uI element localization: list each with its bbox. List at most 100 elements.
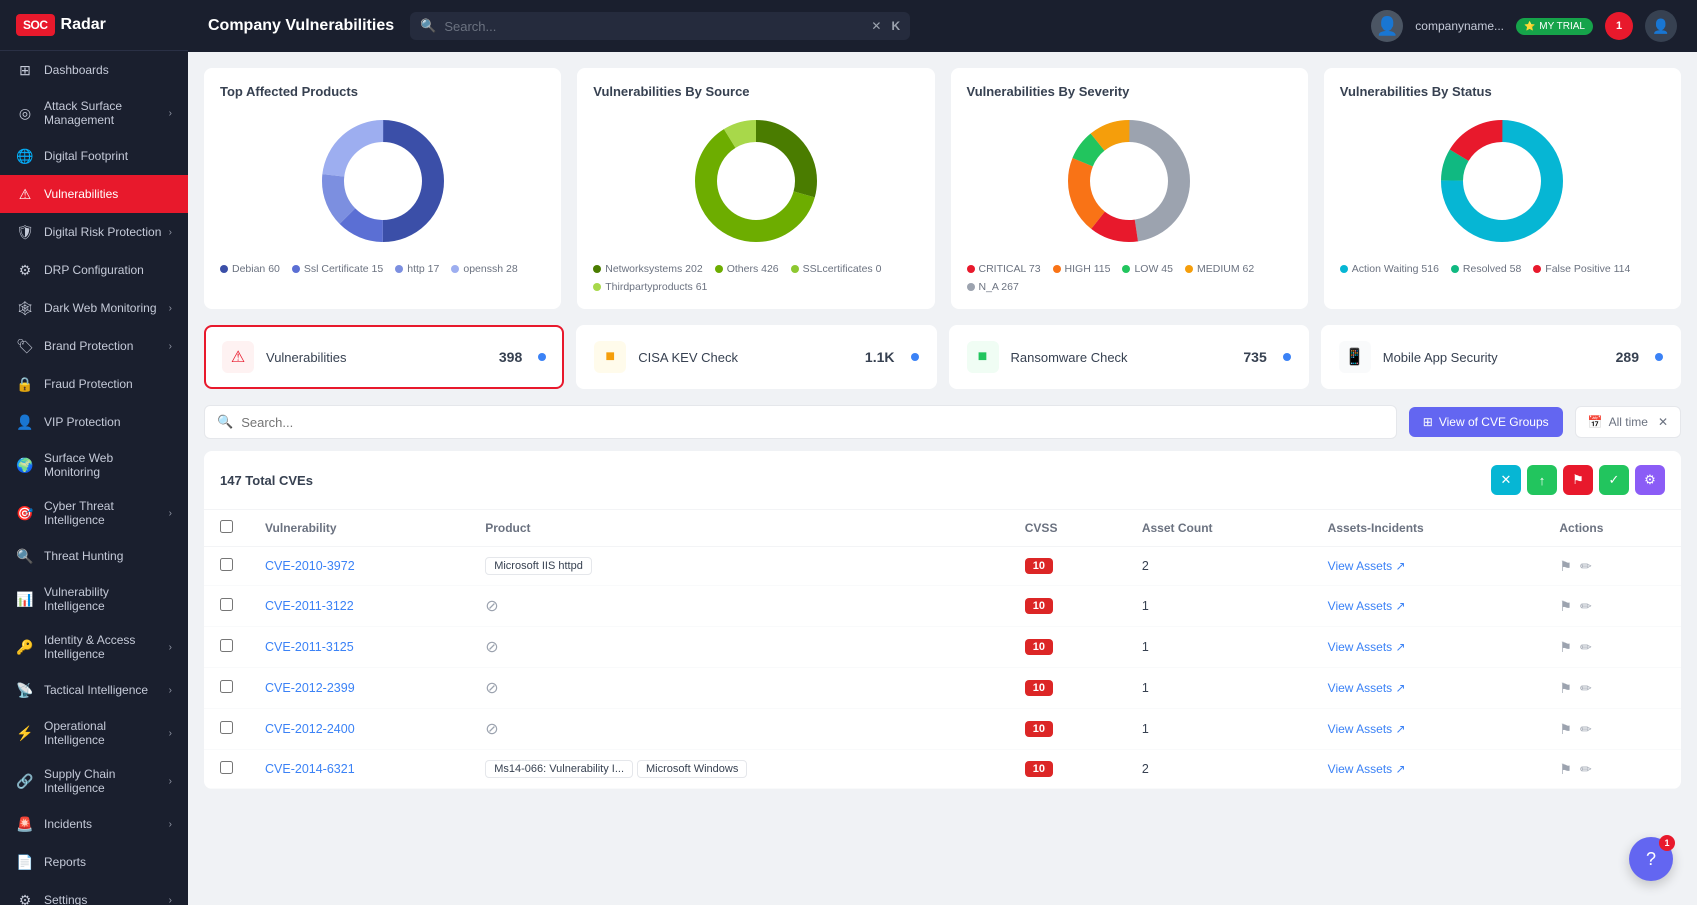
- sidebar-item-incidents[interactable]: 🚨 Incidents ›: [0, 805, 188, 843]
- filter-tab-mobile-app[interactable]: 📱 Mobile App Security 289: [1321, 325, 1681, 389]
- vuln-by-status-card: Vulnerabilities By Status: [1324, 68, 1681, 309]
- row-checkbox-cell: [204, 668, 249, 709]
- sidebar-label-vulnerabilities: Vulnerabilities: [44, 187, 172, 201]
- sidebar-icon-identity: 🔑: [16, 638, 34, 656]
- sidebar-item-surface-web[interactable]: 🌍 Surface Web Monitoring: [0, 441, 188, 489]
- sidebar-label-brand-protection: Brand Protection: [44, 339, 169, 353]
- page-title: Company Vulnerabilities: [208, 17, 394, 35]
- date-clear-icon[interactable]: ✕: [1658, 415, 1668, 429]
- search-icon: 🔍: [420, 18, 436, 34]
- cvss-badge-0: 10: [1025, 558, 1053, 574]
- vuln-by-severity-donut: [967, 111, 1292, 251]
- filter-tabs: ⚠ Vulnerabilities 398 ■ CISA KEV Check 1…: [204, 325, 1681, 389]
- search-clear-icon[interactable]: ✕: [871, 19, 881, 33]
- row-checkbox-1[interactable]: [220, 598, 233, 611]
- search-close-icon[interactable]: K: [891, 19, 900, 33]
- row-cve-cell: CVE-2014-6321: [249, 750, 469, 789]
- row-action-flag-0[interactable]: ⚑: [1559, 558, 1572, 575]
- row-action-flag-5[interactable]: ⚑: [1559, 761, 1572, 778]
- view-assets-link-3[interactable]: View Assets ↗: [1328, 681, 1528, 695]
- row-checkbox-0[interactable]: [220, 558, 233, 571]
- sidebar-item-dashboards[interactable]: ⊞ Dashboards: [0, 51, 188, 89]
- row-action-flag-4[interactable]: ⚑: [1559, 721, 1572, 738]
- chevron-icon-brand-protection: ›: [169, 341, 172, 352]
- action-btn-cyan[interactable]: ✕: [1491, 465, 1521, 495]
- row-checkbox-4[interactable]: [220, 721, 233, 734]
- sidebar-label-dashboards: Dashboards: [44, 63, 172, 77]
- chevron-icon-dark-web: ›: [169, 303, 172, 314]
- sidebar-item-threat-hunting[interactable]: 🔍 Threat Hunting: [0, 537, 188, 575]
- sidebar-item-digital-risk[interactable]: 🛡 Digital Risk Protection ›: [0, 213, 188, 251]
- sidebar-item-settings[interactable]: ⚙ Settings ›: [0, 881, 188, 905]
- sidebar-item-reports[interactable]: 📄 Reports: [0, 843, 188, 881]
- sidebar-item-identity[interactable]: 🔑 Identity & Access Intelligence ›: [0, 623, 188, 671]
- chevron-icon-operational: ›: [169, 728, 172, 739]
- cve-link-1[interactable]: CVE-2011-3122: [265, 599, 354, 613]
- table-search-input[interactable]: [241, 415, 1384, 430]
- row-action-flag-2[interactable]: ⚑: [1559, 639, 1572, 656]
- row-action-edit-4[interactable]: ✏: [1580, 721, 1592, 738]
- cve-link-2[interactable]: CVE-2011-3125: [265, 640, 354, 654]
- view-assets-link-0[interactable]: View Assets ↗: [1328, 559, 1528, 573]
- legend-thirdparty: Thirdpartyproducts 61: [593, 281, 707, 293]
- sidebar-item-operational[interactable]: ⚡ Operational Intelligence ›: [0, 709, 188, 757]
- vuln-by-source-donut: [593, 111, 918, 251]
- sidebar-item-brand-protection[interactable]: 🏷 Brand Protection ›: [0, 327, 188, 365]
- table-search[interactable]: 🔍: [204, 405, 1397, 439]
- row-action-edit-3[interactable]: ✏: [1580, 680, 1592, 697]
- row-action-flag-1[interactable]: ⚑: [1559, 598, 1572, 615]
- view-assets-link-4[interactable]: View Assets ↗: [1328, 722, 1528, 736]
- select-all-checkbox[interactable]: [220, 520, 233, 533]
- date-filter[interactable]: 📅 All time ✕: [1575, 406, 1681, 438]
- action-btn-red[interactable]: ⚑: [1563, 465, 1593, 495]
- sidebar-item-dark-web[interactable]: 🕸 Dark Web Monitoring ›: [0, 289, 188, 327]
- cve-link-3[interactable]: CVE-2012-2399: [265, 681, 355, 695]
- row-action-edit-1[interactable]: ✏: [1580, 598, 1592, 615]
- search-input[interactable]: [444, 19, 863, 34]
- user-avatar[interactable]: 👤: [1645, 10, 1677, 42]
- view-cve-groups-button[interactable]: ⊞ View of CVE Groups: [1409, 407, 1563, 437]
- row-action-edit-0[interactable]: ✏: [1580, 558, 1592, 575]
- global-search[interactable]: 🔍 ✕ K: [410, 12, 910, 40]
- filter-tab-ransomware[interactable]: ■ Ransomware Check 735: [949, 325, 1309, 389]
- action-btn-green[interactable]: ↑: [1527, 465, 1557, 495]
- cve-link-4[interactable]: CVE-2012-2400: [265, 722, 355, 736]
- cve-link-5[interactable]: CVE-2014-6321: [265, 762, 355, 776]
- view-assets-link-1[interactable]: View Assets ↗: [1328, 599, 1528, 613]
- row-checkbox-5[interactable]: [220, 761, 233, 774]
- sidebar-label-digital-risk: Digital Risk Protection: [44, 225, 169, 239]
- action-btn-check[interactable]: ✓: [1599, 465, 1629, 495]
- sidebar-item-cti[interactable]: 🎯 Cyber Threat Intelligence ›: [0, 489, 188, 537]
- chat-button[interactable]: ? 1: [1629, 837, 1673, 881]
- row-checkbox-2[interactable]: [220, 639, 233, 652]
- view-assets-link-5[interactable]: View Assets ↗: [1328, 762, 1528, 776]
- cvss-badge-5: 10: [1025, 761, 1053, 777]
- sidebar-item-vip-protection[interactable]: 👤 VIP Protection: [0, 403, 188, 441]
- cve-link-0[interactable]: CVE-2010-3972: [265, 559, 355, 573]
- sidebar-item-supply-chain[interactable]: 🔗 Supply Chain Intelligence ›: [0, 757, 188, 805]
- row-cvss-cell: 10: [1009, 627, 1126, 668]
- row-cvss-cell: 10: [1009, 547, 1126, 586]
- filter-tab-vulnerabilities[interactable]: ⚠ Vulnerabilities 398: [204, 325, 564, 389]
- sidebar-item-tactical[interactable]: 📡 Tactical Intelligence ›: [0, 671, 188, 709]
- notification-badge[interactable]: 1: [1605, 12, 1633, 40]
- row-product-cell: ⊘: [469, 709, 1009, 750]
- view-assets-link-2[interactable]: View Assets ↗: [1328, 640, 1528, 654]
- sidebar-item-vulnerabilities[interactable]: ⚠ Vulnerabilities: [0, 175, 188, 213]
- row-actions-cell: ⚑ ✏: [1543, 750, 1681, 789]
- row-action-flag-3[interactable]: ⚑: [1559, 680, 1572, 697]
- sidebar-item-attack-surface[interactable]: ◎ Attack Surface Management ›: [0, 89, 188, 137]
- sidebar-item-digital-footprint[interactable]: 🌐 Digital Footprint: [0, 137, 188, 175]
- filter-tab-cisa-kev[interactable]: ■ CISA KEV Check 1.1K: [576, 325, 936, 389]
- row-checkbox-3[interactable]: [220, 680, 233, 693]
- row-action-edit-2[interactable]: ✏: [1580, 639, 1592, 656]
- sidebar-item-vuln-intel[interactable]: 📊 Vulnerability Intelligence: [0, 575, 188, 623]
- sidebar-icon-dark-web: 🕸: [16, 299, 34, 317]
- row-action-edit-5[interactable]: ✏: [1580, 761, 1592, 778]
- col-vulnerability: Vulnerability: [249, 510, 469, 547]
- sidebar-item-drp-config[interactable]: ⚙ DRP Configuration: [0, 251, 188, 289]
- action-btn-purple[interactable]: ⚙: [1635, 465, 1665, 495]
- sidebar-item-fraud-protection[interactable]: 🔒 Fraud Protection: [0, 365, 188, 403]
- logo-text: Radar: [61, 16, 106, 34]
- no-product-icon: ⊘: [485, 721, 498, 738]
